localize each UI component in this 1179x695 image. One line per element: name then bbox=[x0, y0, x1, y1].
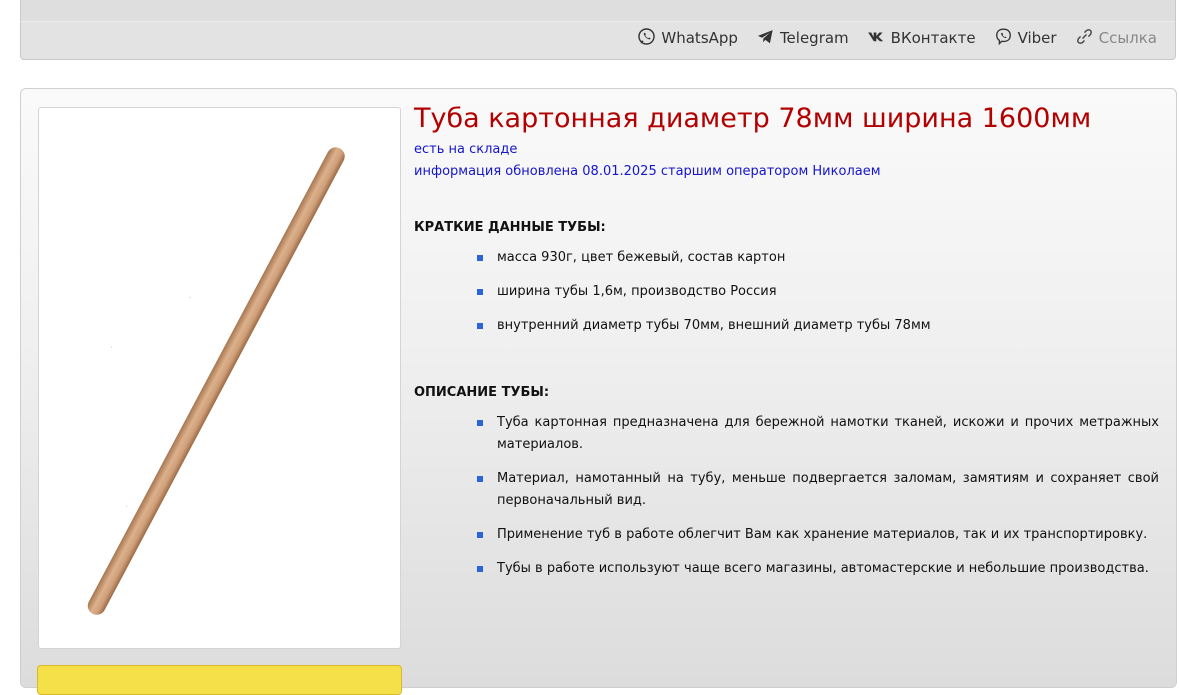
telegram-icon bbox=[756, 27, 775, 50]
share-telegram-button[interactable]: Telegram bbox=[756, 27, 849, 50]
share-vk-button[interactable]: ВКонтакте bbox=[867, 27, 976, 50]
share-whatsapp-button[interactable]: WhatsApp bbox=[637, 27, 738, 50]
description-heading: ОПИСАНИЕ ТУБЫ: bbox=[414, 385, 550, 400]
product-info: Туба картонная диаметр 78мм ширина 1600м… bbox=[414, 101, 1159, 580]
tube-image bbox=[87, 147, 345, 615]
page-title: Туба картонная диаметр 78мм ширина 1600м… bbox=[414, 103, 1092, 134]
list-item: Туба картонная предназначена для бережно… bbox=[477, 412, 1159, 456]
description-list: Туба картонная предназначена для бережно… bbox=[414, 412, 1159, 580]
bullet-icon bbox=[477, 289, 483, 295]
viber-icon bbox=[994, 27, 1013, 50]
update-info: информация обновлена 08.01.2025 старшим … bbox=[414, 164, 881, 179]
bullet-icon bbox=[477, 476, 483, 482]
share-link-button[interactable]: Ссылка bbox=[1075, 27, 1157, 50]
short-data-list: масса 930г, цвет бежевый, состав картон … bbox=[414, 247, 1159, 337]
bullet-icon bbox=[477, 420, 483, 426]
order-button[interactable] bbox=[37, 665, 402, 695]
product-photo[interactable] bbox=[38, 107, 401, 649]
list-item: масса 930г, цвет бежевый, состав картон bbox=[477, 247, 1159, 269]
list-item: ширина тубы 1,6м, производство Россия bbox=[477, 281, 1159, 303]
share-link-label: Ссылка bbox=[1098, 29, 1157, 47]
list-item: Материал, намотанный на тубу, меньше под… bbox=[477, 468, 1159, 512]
share-bar: WhatsApp Telegram ВКонтакте Viber Ссылка bbox=[637, 26, 1157, 50]
bullet-icon bbox=[477, 323, 483, 329]
share-telegram-label: Telegram bbox=[779, 29, 849, 47]
share-whatsapp-label: WhatsApp bbox=[661, 29, 738, 47]
share-vk-label: ВКонтакте bbox=[890, 29, 976, 47]
share-panel: WhatsApp Telegram ВКонтакте Viber Ссылка bbox=[20, 0, 1176, 60]
bullet-icon bbox=[477, 532, 483, 538]
list-item: Тубы в работе используют чаще всего мага… bbox=[477, 558, 1159, 580]
vk-icon bbox=[867, 27, 886, 50]
share-viber-button[interactable]: Viber bbox=[994, 27, 1057, 50]
bullet-icon bbox=[477, 566, 483, 572]
share-panel-top bbox=[21, 0, 1175, 22]
list-item: внутренний диаметр тубы 70мм, внешний ди… bbox=[477, 315, 1159, 337]
bullet-icon bbox=[477, 255, 483, 261]
whatsapp-icon bbox=[637, 27, 656, 50]
product-card: Туба картонная диаметр 78мм ширина 1600м… bbox=[20, 88, 1177, 695]
short-data-heading: КРАТКИЕ ДАННЫЕ ТУБЫ: bbox=[414, 220, 606, 235]
share-viber-label: Viber bbox=[1017, 29, 1057, 47]
stock-status: есть на складе bbox=[414, 142, 518, 157]
list-item: Применение туб в работе облегчит Вам как… bbox=[477, 524, 1159, 546]
link-icon bbox=[1075, 27, 1094, 50]
